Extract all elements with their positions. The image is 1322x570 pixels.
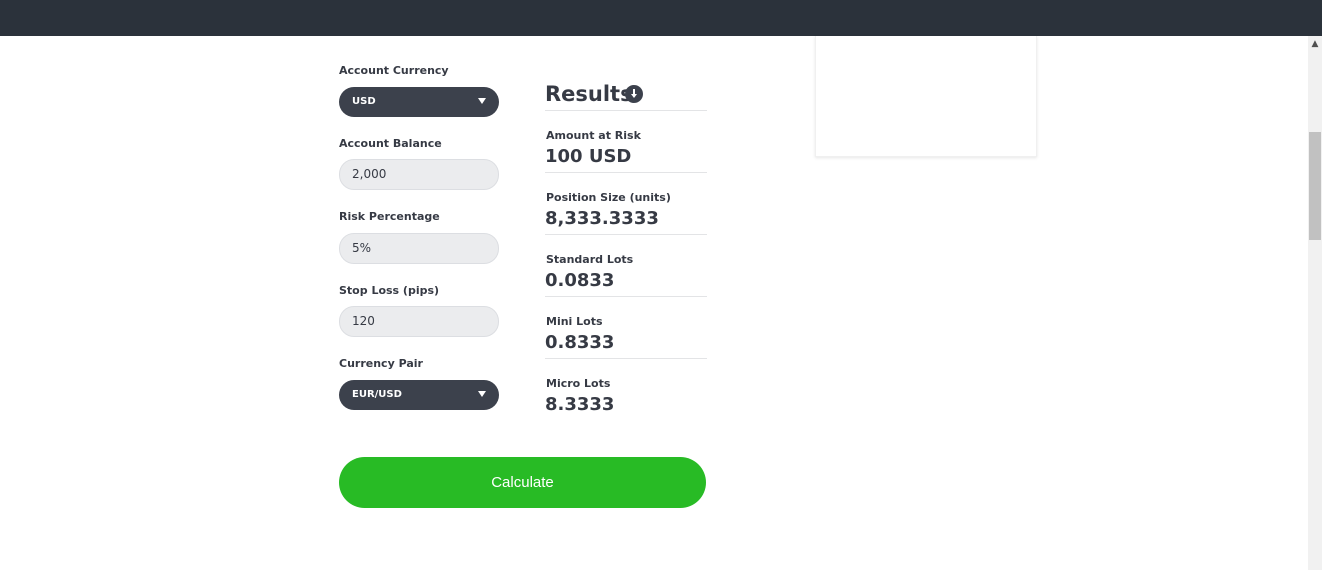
calculate-button[interactable]: Calculate (339, 457, 706, 508)
micro-lots-value: 8.3333 (545, 394, 615, 415)
results-divider (545, 172, 707, 173)
currency-pair-label: Currency Pair (339, 357, 423, 370)
results-divider (545, 296, 707, 297)
results-divider (545, 358, 707, 359)
account-currency-label: Account Currency (339, 64, 449, 77)
currency-pair-value: EUR/USD (352, 389, 402, 400)
caret-down-icon (478, 98, 486, 104)
info-down-arrow-icon[interactable] (625, 85, 643, 103)
results-title: Results (545, 82, 633, 106)
micro-lots-label: Micro Lots (546, 377, 611, 390)
amount-at-risk-value: 100 USD (545, 146, 632, 167)
scroll-up-arrow-icon[interactable]: ▲ (1308, 38, 1322, 50)
risk-percentage-label: Risk Percentage (339, 210, 440, 223)
currency-pair-select[interactable]: EUR/USD (339, 380, 499, 410)
results-divider (545, 234, 707, 235)
results-divider (545, 110, 707, 111)
standard-lots-label: Standard Lots (546, 253, 634, 266)
position-size-value: 8,333.3333 (545, 208, 659, 229)
top-navigation-bar (0, 0, 1322, 36)
standard-lots-value: 0.0833 (545, 270, 615, 291)
risk-percentage-input[interactable]: 5% (339, 233, 499, 264)
stop-loss-input[interactable]: 120 (339, 306, 499, 337)
stop-loss-label: Stop Loss (pips) (339, 284, 440, 297)
mini-lots-label: Mini Lots (546, 315, 603, 328)
caret-down-icon (478, 391, 486, 397)
account-currency-select[interactable]: USD (339, 87, 499, 117)
mini-lots-value: 0.8333 (545, 332, 615, 353)
account-currency-value: USD (352, 96, 376, 107)
position-size-label: Position Size (units) (546, 191, 671, 204)
account-balance-input[interactable]: 2,000 (339, 159, 499, 190)
page-scrollbar[interactable]: ▲ (1308, 36, 1322, 570)
amount-at-risk-label: Amount at Risk (546, 129, 641, 142)
ad-placeholder (815, 36, 1037, 157)
scrollbar-thumb[interactable] (1309, 132, 1321, 240)
account-balance-label: Account Balance (339, 137, 442, 150)
